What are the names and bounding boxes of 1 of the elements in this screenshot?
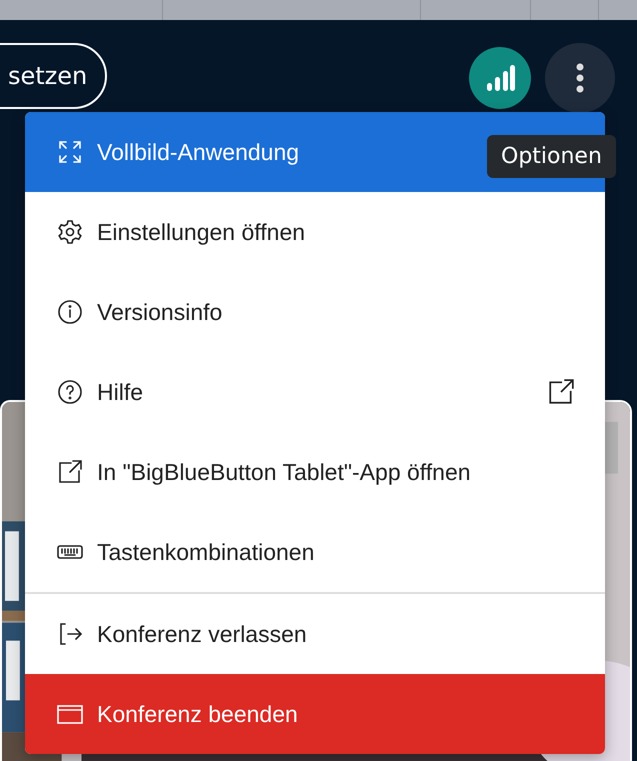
tooltip: Optionen bbox=[487, 135, 616, 178]
